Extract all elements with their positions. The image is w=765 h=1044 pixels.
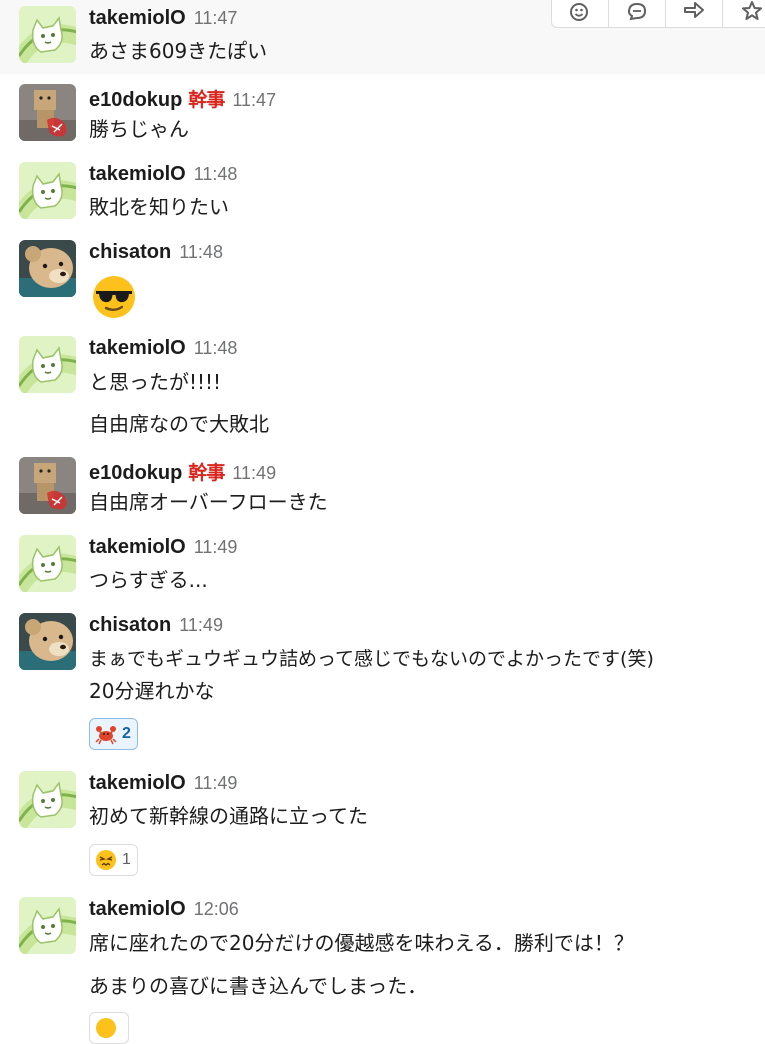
message-row[interactable]: takemiolO 11:48 敗北を知りたい	[0, 154, 765, 232]
box-robot-avatar[interactable]	[19, 84, 76, 141]
reaction-pill[interactable]: 1	[89, 844, 138, 876]
message-text: 自由席オーバーフローきた	[89, 490, 328, 514]
organizer-badge: 幹事	[188, 89, 225, 111]
timestamp[interactable]: 12:06	[194, 899, 239, 919]
message-row[interactable]: e10dokup 幹事 11:49 自由席オーバーフローきた	[0, 450, 765, 528]
username[interactable]: chisaton	[89, 614, 171, 636]
cat-avatar[interactable]	[19, 535, 76, 592]
persevere-emoji	[96, 850, 116, 870]
add-reaction-icon	[570, 3, 588, 21]
message-text: 勝ちじゃん	[89, 117, 189, 141]
username[interactable]: takemiolO	[89, 7, 186, 29]
timestamp[interactable]: 11:49	[232, 463, 276, 483]
username[interactable]: takemiolO	[89, 898, 186, 920]
timestamp[interactable]: 11:48	[179, 242, 223, 262]
message-row[interactable]: takemiolO 11:48 と思ったが!!!! 自由席なので大敗北	[0, 328, 765, 450]
message-row[interactable]: chisaton 11:49 まぁでもギュウギュウ詰めって感じでもないのでよかった…	[0, 606, 765, 764]
start-thread-button[interactable]	[609, 0, 666, 27]
sunglasses-emoji	[91, 274, 137, 320]
username[interactable]: takemiolO	[89, 536, 186, 558]
message-text: 敗北を知りたい	[89, 195, 229, 219]
cat-avatar[interactable]	[19, 6, 76, 63]
timestamp[interactable]: 11:48	[194, 338, 238, 358]
timestamp[interactable]: 11:47	[194, 8, 238, 28]
timestamp[interactable]: 11:49	[194, 773, 238, 793]
message-text: 初めて新幹線の通路に立ってた	[89, 804, 368, 828]
username[interactable]: e10dokup	[89, 89, 182, 111]
start-thread-icon	[627, 2, 647, 21]
message-row[interactable]: takemiolO 11:49 初めて新幹線の通路に立ってた 1	[0, 764, 765, 890]
message-text: つらすぎる...	[89, 568, 208, 592]
reaction-count: 1	[122, 851, 131, 868]
cat-avatar[interactable]	[19, 162, 76, 219]
cat-avatar[interactable]	[19, 336, 76, 393]
timestamp[interactable]: 11:49	[179, 615, 223, 635]
message-text: あさま609きたぽい	[89, 39, 268, 63]
share-message-button[interactable]	[666, 0, 723, 27]
message-row[interactable]: takemiolO 11:49 つらすぎる...	[0, 528, 765, 606]
organizer-badge: 幹事	[188, 462, 225, 484]
message-row[interactable]: chisaton 11:48	[0, 232, 765, 328]
bear-avatar[interactable]	[19, 240, 76, 297]
box-robot-avatar[interactable]	[19, 457, 76, 514]
message-actions-toolbar	[551, 0, 765, 28]
message-row[interactable]: takemiolO 12:06 席に座れたので20分だけの優越感を味わえる．勝利で…	[0, 890, 765, 1044]
crab-emoji	[95, 726, 117, 745]
message-text: まぁでもギュウギュウ詰めって感じでもないのでよかったです(笑)	[89, 648, 654, 670]
username[interactable]: takemiolO	[89, 163, 186, 185]
username[interactable]: takemiolO	[89, 772, 186, 794]
message-text: と思ったが!!!!	[89, 370, 222, 394]
message-timeline: takemiolO 11:47 あさま609きたぽい e10dokup 幹事 1…	[0, 0, 765, 1044]
username[interactable]: chisaton	[89, 241, 171, 263]
reaction-pill[interactable]: 2	[89, 718, 138, 750]
message-row[interactable]: takemiolO 11:47 あさま609きたぽい	[0, 0, 765, 74]
message-text: 自由席なので大敗北	[89, 412, 269, 436]
bear-avatar[interactable]	[19, 613, 76, 670]
message-text: あまりの喜びに書き込んでしまった．	[89, 974, 428, 998]
star-icon	[741, 1, 762, 20]
timestamp[interactable]: 11:47	[232, 90, 276, 110]
message-text: 20分遅れかな	[89, 679, 215, 703]
message-row[interactable]: e10dokup 幹事 11:47 勝ちじゃん	[0, 74, 765, 154]
cat-avatar[interactable]	[19, 897, 76, 954]
add-reaction-button[interactable]	[552, 0, 609, 27]
message-text: 席に座れたので20分だけの優越感を味わえる．勝利では！？	[89, 931, 634, 955]
face-emoji	[96, 1018, 116, 1038]
reaction-count: 2	[122, 725, 131, 742]
timestamp[interactable]: 11:48	[194, 164, 238, 184]
username[interactable]: e10dokup	[89, 462, 182, 484]
timestamp[interactable]: 11:49	[194, 537, 238, 557]
username[interactable]: takemiolO	[89, 337, 186, 359]
share-message-icon	[684, 2, 704, 18]
cat-avatar[interactable]	[19, 771, 76, 828]
star-message-button[interactable]	[723, 0, 765, 27]
reaction-pill[interactable]	[89, 1012, 129, 1044]
